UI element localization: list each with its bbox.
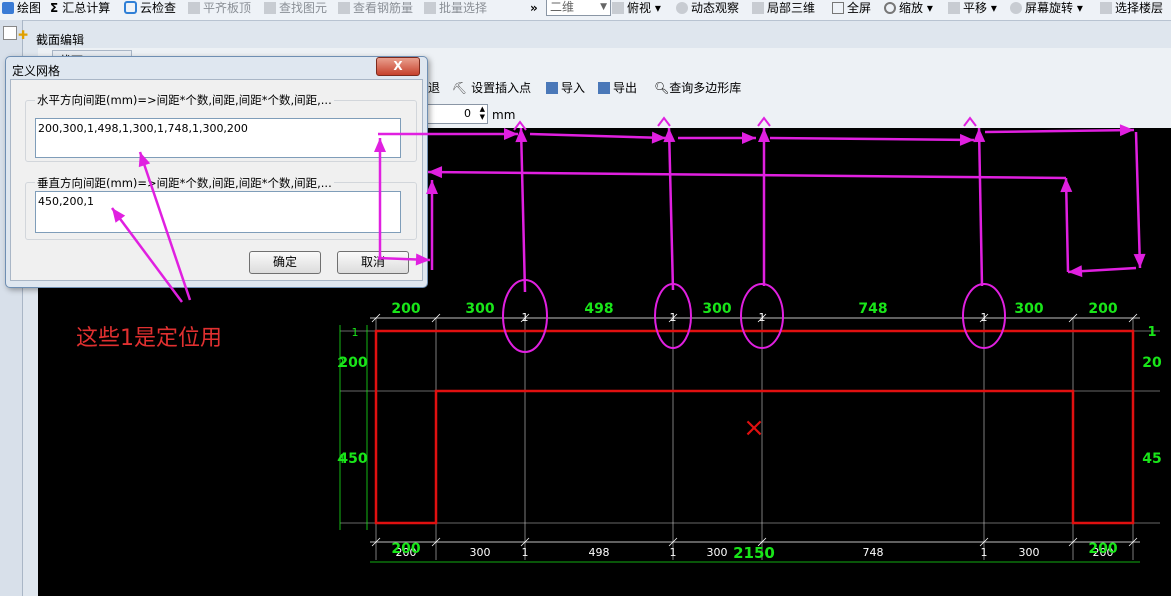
dialog-body: 水平方向间距(mm)=>间距*个数,间距,间距*个数,间距,... 200,30… — [10, 79, 423, 281]
main-toolbar: 绘图 Σ 汇总计算 云检查 平齐板顶 查找图元 查看钢筋量 批量选择 » 二维 ▼ … — [0, 0, 1171, 21]
spinner-arrows-icon: ▲ ▼ — [479, 105, 485, 121]
left-dim-label: 1 — [352, 326, 359, 339]
top-dim-label: 1 — [670, 311, 677, 324]
fullscreen-icon — [832, 2, 844, 14]
section-editor-header: ✚ 截面编辑 — [18, 28, 1171, 48]
close-icon: X — [393, 59, 403, 73]
dock-button[interactable] — [3, 26, 17, 40]
bottom-dim-label: 1 — [670, 546, 677, 559]
rebar-qty-icon — [338, 2, 350, 14]
left-overlap-label: 4 — [337, 452, 345, 466]
section-editor-toolbar: 退 ⛏ 设置插入点 导入 导出 🔍︎查询多边形库 — [424, 76, 1171, 98]
cloud-check-icon — [124, 1, 137, 14]
find-icon — [264, 2, 276, 14]
back-button[interactable]: 退 — [428, 79, 440, 96]
floor-icon — [1100, 2, 1112, 14]
toolbar-batch-select[interactable]: 批量选择 — [424, 0, 487, 18]
toolbar-summary-calc[interactable]: Σ 汇总计算 — [50, 0, 110, 18]
insert-point-button[interactable]: ⛏ 设置插入点 — [452, 79, 531, 96]
right-dim-label: 20 — [1142, 355, 1162, 371]
top-dim-label: 200 — [391, 301, 420, 317]
dimension-lines — [339, 313, 1140, 563]
align-slab-icon — [188, 2, 200, 14]
cancel-button[interactable]: 取消 — [337, 251, 409, 274]
magnifier-icon: 🔍︎ — [654, 81, 670, 95]
annotation-note: 这些1是定位用 — [76, 326, 222, 351]
chevron-down-icon: ▼ — [600, 2, 607, 12]
toolbar-find-element[interactable]: 查找图元 — [264, 0, 327, 18]
local-3d-icon — [752, 2, 764, 14]
top-dim-label: 748 — [858, 301, 887, 317]
toolbar-orbit[interactable]: 动态观察 — [676, 0, 739, 18]
toolbar-screen-rotate[interactable]: 屏幕旋转 ▾ — [1010, 0, 1083, 18]
left-overlap-label: 2 — [337, 356, 345, 370]
import-icon — [546, 82, 558, 94]
offset-unit: mm — [492, 108, 516, 122]
dialog-close-button[interactable]: X — [376, 57, 420, 76]
horizontal-label: 水平方向间距(mm)=>间距*个数,间距,间距*个数,间距,... — [35, 92, 334, 108]
ok-button[interactable]: 确定 — [249, 251, 321, 274]
vertical-label: 垂直方向间距(mm)=>间距*个数,间距,间距*个数,间距,... — [35, 175, 334, 191]
top-view-icon — [612, 2, 624, 14]
insert-point-marker: × — [743, 413, 765, 443]
bottom-overlap-label: 200 — [1088, 541, 1117, 557]
dialog-title: 定义网格 — [12, 64, 61, 78]
toolbar-fullscreen[interactable]: 全屏 — [832, 0, 871, 18]
bottom-dim-label: 748 — [863, 546, 884, 559]
bottom-dim-label: 498 — [589, 546, 610, 559]
toolbar-top-view[interactable]: 俯视 ▾ — [612, 0, 661, 18]
toolbar-align-slab[interactable]: 平齐板顶 — [188, 0, 251, 18]
toolbar-draw[interactable]: 绘图 — [2, 0, 41, 18]
section-editor-icon: ✚ — [18, 28, 29, 42]
toolbar-pan[interactable]: 平移 ▾ — [948, 0, 997, 18]
top-dim-label: 1 — [522, 311, 529, 324]
bottom-dim-label: 1 — [981, 546, 988, 559]
right-dim-label: 1 — [1147, 325, 1156, 340]
section-outline: × — [374, 329, 1135, 525]
query-polygon-button[interactable]: 🔍︎查询多边形库 — [654, 79, 741, 96]
draw-icon — [2, 2, 14, 14]
pan-icon — [948, 2, 960, 14]
insert-point-icon: ⛏ — [452, 81, 468, 95]
import-button[interactable]: 导入 — [546, 79, 585, 96]
top-dim-label: 200 — [1088, 301, 1117, 317]
zoom-icon — [884, 2, 896, 14]
toolbar-zoom[interactable]: 缩放 ▾ — [884, 0, 933, 18]
toolbar-rebar-qty[interactable]: 查看钢筋量 — [338, 0, 413, 18]
orbit-icon — [676, 2, 688, 14]
bottom-dim-label: 300 — [1019, 546, 1040, 559]
bottom-dim-label: 1 — [522, 546, 529, 559]
top-dim-label: 498 — [584, 301, 613, 317]
toolbar-select-floor[interactable]: 选择楼层 — [1100, 0, 1163, 18]
top-dim-label: 300 — [702, 301, 731, 317]
horizontal-spacing-input[interactable]: 200,300,1,498,1,300,1,748,1,300,200 — [35, 118, 401, 158]
sigma-icon: Σ — [50, 1, 59, 15]
toolbar-local-3d[interactable]: 局部三维 — [752, 0, 815, 18]
toolbar-cloud-check[interactable]: 云检查 — [124, 0, 176, 18]
toolbar-overflow[interactable]: » — [530, 0, 538, 18]
section-editor-title: 截面编辑 — [36, 33, 85, 47]
export-icon — [598, 82, 610, 94]
define-grid-dialog: 定义网格 X 水平方向间距(mm)=>间距*个数,间距,间距*个数,间距,...… — [5, 56, 428, 288]
top-dim-label: 300 — [465, 301, 494, 317]
rotate-icon — [1010, 2, 1022, 14]
top-dim-label: 300 — [1014, 301, 1043, 317]
top-dim-label: 1 — [981, 311, 988, 324]
offset-spinner[interactable]: 0 ▲ ▼ — [426, 104, 488, 124]
vertical-spacing-input[interactable]: 450,200,1 — [35, 191, 401, 233]
view-mode-select[interactable]: 二维 ▼ — [546, 0, 611, 16]
locator-circles — [502, 279, 1006, 353]
bottom-overlap-label: 200 — [391, 541, 420, 557]
bottom-dim-label: 300 — [470, 546, 491, 559]
top-dim-label: 1 — [759, 311, 766, 324]
total-width-label: 2150 — [733, 544, 775, 562]
right-dim-label: 45 — [1142, 451, 1161, 467]
export-button[interactable]: 导出 — [598, 79, 637, 96]
batch-select-icon — [424, 2, 436, 14]
bottom-dim-label: 300 — [707, 546, 728, 559]
